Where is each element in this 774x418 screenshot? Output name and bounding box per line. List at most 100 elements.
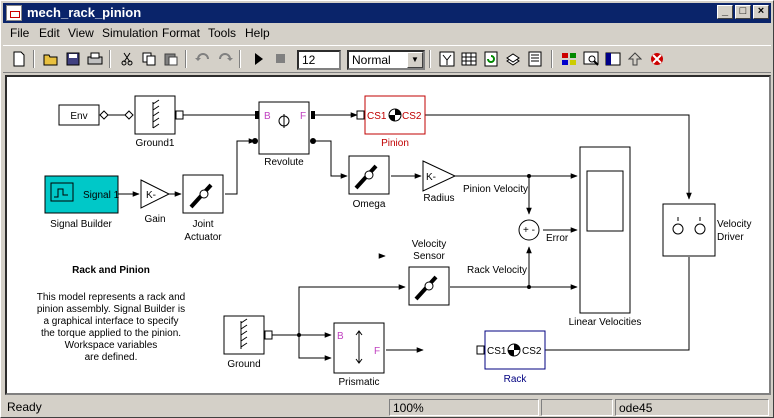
velocity-sensor-block[interactable]: Velocity Sensor [408, 239, 450, 306]
build-icon[interactable] [437, 49, 457, 69]
env-label: Env [70, 111, 87, 122]
debug-icon[interactable] [525, 49, 545, 69]
rack-block[interactable]: CS1 CS2 Rack [476, 330, 546, 385]
linear-velocities-scope[interactable]: Linear Velocities [569, 146, 642, 328]
omega-block[interactable]: Omega [348, 155, 390, 210]
radius-k: K- [426, 172, 436, 183]
ground-label: Ground [227, 359, 260, 370]
joint-actuator-label-1: Joint [192, 219, 213, 230]
table-icon[interactable] [459, 49, 479, 69]
zoom-level: 100% [389, 399, 539, 416]
signal-builder-block[interactable]: Signal 1 Signal Builder [44, 175, 120, 230]
simulink-icon [6, 5, 22, 21]
copy-icon[interactable] [139, 49, 159, 69]
revolute-label: Revolute [264, 157, 304, 168]
annotation-line-6: are defined. [85, 352, 138, 363]
library-browser-icon[interactable] [559, 49, 579, 69]
error-signal-label: Error [546, 233, 569, 244]
stop-simulation-icon[interactable] [271, 49, 291, 69]
debugger-icon[interactable] [647, 49, 667, 69]
linear-velocities-label: Linear Velocities [569, 317, 642, 328]
model-annotation: Rack and Pinion This model represents a … [37, 265, 185, 363]
model-explorer-icon[interactable] [581, 49, 601, 69]
prismatic-label: Prismatic [338, 377, 379, 388]
velocity-driver-label-2: Driver [717, 232, 744, 243]
revolute-port-b: B [264, 111, 271, 122]
signal-1-port: Signal 1 [83, 190, 120, 201]
joint-actuator-block[interactable]: Joint Actuator [182, 174, 224, 243]
annotation-line-1: This model represents a rack and [37, 292, 185, 303]
model-canvas[interactable]: Env Ground1 B F Revolute CS1 CS2 Pinion … [5, 75, 771, 395]
menu-simulation[interactable]: Simulation [102, 26, 158, 40]
sum-block[interactable]: + - [518, 219, 540, 241]
gain-block[interactable]: K- Gain [140, 179, 171, 225]
signal-builder-label: Signal Builder [50, 219, 112, 230]
status-panel-blank [541, 399, 613, 416]
prismatic-port-f: F [374, 346, 380, 357]
menu-file[interactable]: File [10, 26, 29, 40]
menu-edit[interactable]: Edit [39, 26, 60, 40]
window-title: mech_rack_pinion [27, 5, 142, 20]
start-simulation-icon[interactable] [249, 49, 269, 69]
new-icon[interactable] [9, 49, 29, 69]
annotation-line-2: pinion assembly. Signal Builder is [37, 304, 185, 315]
pinion-cs2: CS2 [402, 111, 422, 122]
velocity-sensor-label-1: Velocity [412, 239, 446, 250]
revolute-block[interactable]: B F Revolute [252, 101, 316, 168]
annotation-title: Rack and Pinion [72, 265, 150, 276]
update-diagram-icon[interactable] [481, 49, 501, 69]
gain-k: K- [146, 190, 156, 201]
pinion-block[interactable]: CS1 CS2 Pinion [356, 95, 426, 149]
toolbar: Normal ▼ [3, 45, 771, 73]
menu-format[interactable]: Format [162, 26, 200, 40]
paste-icon[interactable] [161, 49, 181, 69]
title-bar[interactable]: mech_rack_pinion _ □ × [3, 3, 771, 23]
stop-time-input[interactable] [297, 50, 341, 70]
cut-icon[interactable] [117, 49, 137, 69]
prismatic-block[interactable]: B F Prismatic [333, 322, 385, 388]
ground1-block[interactable]: Ground1 [124, 95, 184, 149]
ground1-label: Ground1 [136, 138, 175, 149]
block-diagram: Env Ground1 B F Revolute CS1 CS2 Pinion … [37, 95, 751, 388]
rack-label: Rack [504, 374, 528, 385]
pinion-cs1: CS1 [367, 111, 387, 122]
print-icon[interactable] [85, 49, 105, 69]
maximize-button[interactable]: □ [735, 5, 751, 19]
sum-signs: + - [523, 225, 535, 236]
annotation-line-5: Workspace variables [65, 340, 158, 351]
velocity-driver-block[interactable]: Velocity Driver [662, 203, 751, 257]
menu-help[interactable]: Help [245, 26, 270, 40]
go-to-parent-icon[interactable] [625, 49, 645, 69]
pinion-label: Pinion [381, 138, 409, 149]
chevron-down-icon[interactable]: ▼ [407, 52, 423, 68]
menu-bar: File Edit View Simulation Format Tools H… [3, 24, 771, 43]
status-bar: Ready 100% ode45 [3, 398, 771, 417]
simulation-mode-value: Normal [352, 53, 391, 67]
annotation-line-4: the torque applied to the pinion. [41, 328, 181, 339]
save-icon[interactable] [63, 49, 83, 69]
radius-label: Radius [423, 193, 454, 204]
revolute-port-f: F [300, 111, 306, 122]
close-button[interactable]: × [753, 5, 769, 19]
omega-label: Omega [353, 199, 386, 210]
status-text: Ready [7, 400, 42, 414]
pinion-velocity-signal-label: Pinion Velocity [463, 184, 528, 195]
velocity-driver-label-1: Velocity [717, 219, 751, 230]
radius-block[interactable]: K- Radius [422, 160, 457, 204]
env-block[interactable]: Env [58, 104, 109, 126]
ground-block[interactable]: Ground [223, 315, 273, 370]
simulation-mode-select[interactable]: Normal ▼ [347, 50, 425, 70]
solver-name: ode45 [615, 399, 769, 416]
redo-icon[interactable] [215, 49, 235, 69]
undo-icon[interactable] [193, 49, 213, 69]
application-window: mech_rack_pinion _ □ × File Edit View Si… [0, 0, 774, 418]
open-icon[interactable] [41, 49, 61, 69]
menu-view[interactable]: View [68, 26, 94, 40]
rack-velocity-signal-label: Rack Velocity [467, 265, 527, 276]
model-advisor-icon[interactable] [503, 49, 523, 69]
joint-actuator-label-2: Actuator [184, 232, 222, 243]
minimize-button[interactable]: _ [717, 5, 733, 19]
menu-tools[interactable]: Tools [208, 26, 236, 40]
rack-cs1: CS1 [487, 346, 507, 357]
model-browser-icon[interactable] [603, 49, 623, 69]
